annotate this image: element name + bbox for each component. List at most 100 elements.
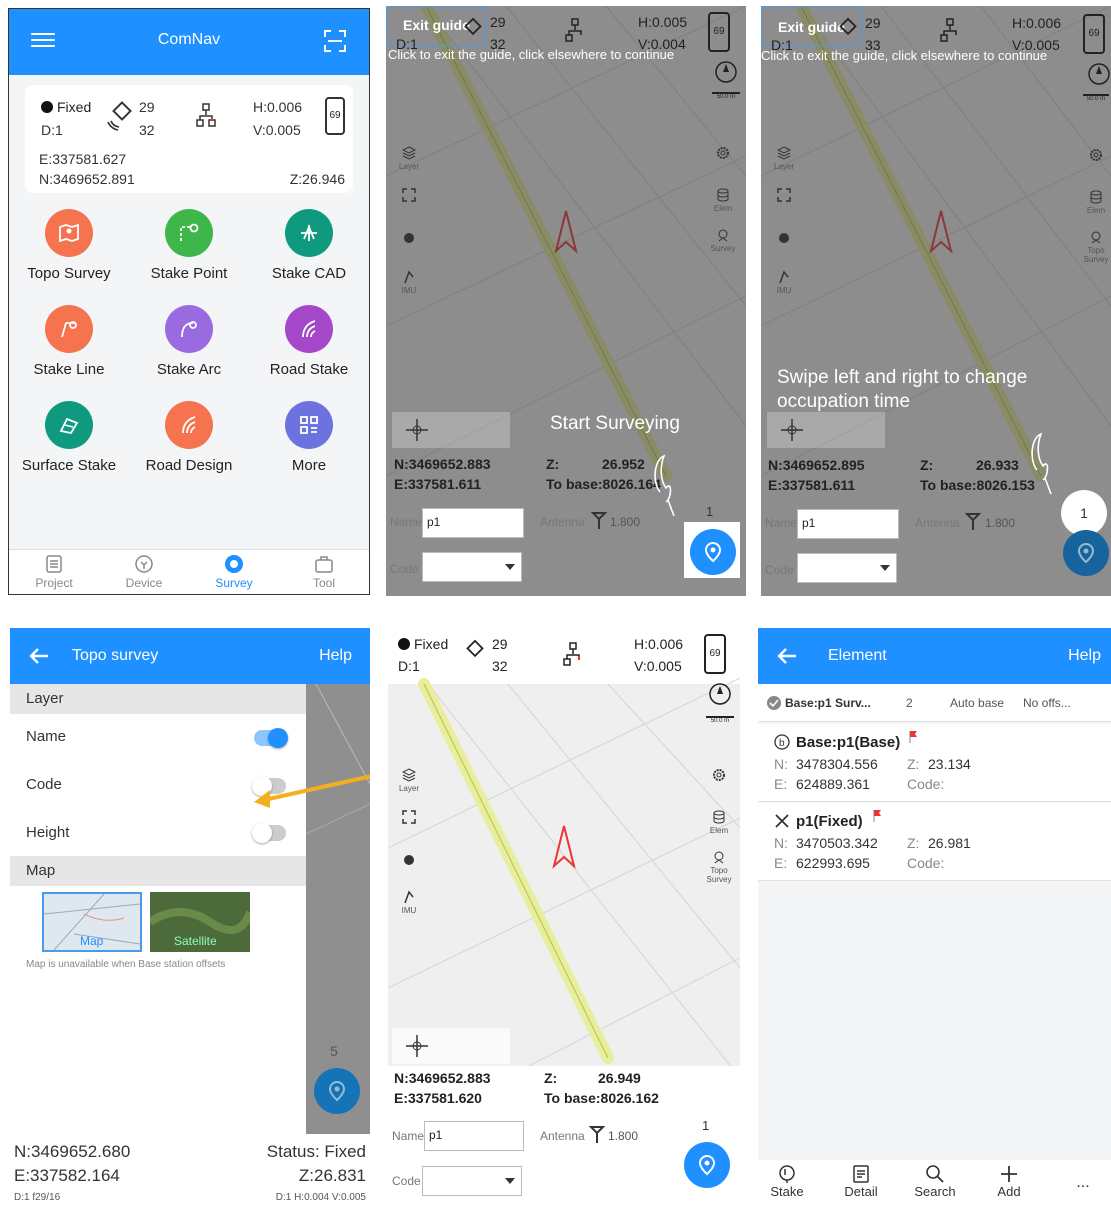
guide-note: Click to exit the guide, click elsewhere… — [761, 48, 1048, 63]
elevation: 26.981 — [928, 835, 971, 851]
nav-survey[interactable]: Survey — [189, 554, 279, 590]
check-circle-icon — [767, 696, 781, 710]
road-stake-icon — [285, 305, 333, 353]
compass-icon[interactable] — [714, 60, 738, 84]
topo-survey-button[interactable]: Topo Survey — [704, 844, 734, 884]
more-app[interactable]: More — [249, 401, 369, 474]
code-label: Code: — [907, 776, 945, 792]
satellite-icon — [105, 97, 139, 131]
back-arrow-icon[interactable] — [776, 645, 798, 667]
fullscreen-button[interactable] — [394, 182, 424, 222]
topo-survey-app[interactable]: Topo Survey — [9, 209, 129, 282]
help-link[interactable]: Help — [1068, 647, 1101, 665]
section-map: Map — [10, 856, 306, 886]
locate-button[interactable] — [394, 224, 424, 264]
add-button[interactable]: Add — [974, 1164, 1044, 1199]
name-label: Name — [390, 515, 423, 529]
point-name-input[interactable]: p1 — [424, 1121, 524, 1151]
back-arrow-icon[interactable] — [28, 645, 50, 667]
battery-icon: 69 — [1083, 14, 1105, 54]
more-button[interactable]: ... — [1048, 1174, 1111, 1192]
compass-icon[interactable] — [708, 682, 732, 706]
road-stake-app[interactable]: Road Stake — [249, 305, 369, 378]
easting: E:337581.611 — [768, 477, 856, 493]
element-item[interactable]: b Base:p1(Base) N: 3478304.556 E: 624889… — [758, 724, 1111, 802]
network-icon — [939, 18, 961, 44]
stake-button[interactable]: Stake — [758, 1164, 822, 1199]
scan-icon[interactable] — [323, 29, 347, 53]
distance-to-base: To base:8026.162 — [544, 1090, 659, 1106]
point-name-input[interactable]: p1 — [797, 509, 899, 539]
settings-button[interactable] — [708, 140, 738, 180]
nav-device[interactable]: Device — [99, 554, 189, 590]
code-select[interactable] — [422, 1166, 522, 1196]
crosshair-button[interactable] — [392, 1028, 510, 1064]
code-select[interactable] — [797, 553, 897, 583]
database-icon — [712, 810, 726, 824]
survey-point-button[interactable] — [684, 1142, 730, 1188]
app-label: More — [291, 457, 327, 474]
stake-arc-app[interactable]: Stake Arc — [129, 305, 249, 378]
fix-status: Fixed — [398, 636, 448, 652]
elevation: 23.134 — [928, 756, 971, 772]
imu-button[interactable]: IMU — [769, 264, 799, 304]
easting: 622993.695 — [796, 855, 870, 871]
detail-button[interactable]: Detail — [826, 1164, 896, 1199]
locate-button[interactable] — [394, 846, 424, 886]
stake-line-app[interactable]: Stake Line — [9, 305, 129, 378]
bottom-nav: Project Device Survey Tool — [9, 549, 369, 594]
side-label: IMU — [401, 906, 417, 915]
code-select[interactable] — [422, 552, 522, 582]
height-toggle[interactable] — [252, 823, 286, 843]
imu-button[interactable]: IMU — [394, 884, 424, 924]
surface-stake-app[interactable]: Surface Stake — [9, 401, 129, 474]
help-link[interactable]: Help — [319, 647, 352, 665]
stake-point-app[interactable]: Stake Point — [129, 209, 249, 282]
fullscreen-button[interactable] — [394, 804, 424, 844]
survey-point-button[interactable] — [1063, 530, 1109, 576]
layer-button[interactable]: Layer — [394, 140, 424, 180]
survey-point-button[interactable] — [314, 1068, 360, 1114]
antenna-icon[interactable] — [589, 1125, 605, 1143]
imu-button[interactable]: IMU — [394, 264, 424, 304]
topo-survey-button[interactable]: Survey — [708, 222, 738, 262]
layer-button[interactable]: Layer — [769, 140, 799, 180]
element-button[interactable]: Elem — [708, 182, 738, 222]
gnss-status-card[interactable]: Fixed D:1 29 32 H:0.006 V:0.005 69 E:337… — [25, 85, 353, 193]
side-label: Elem — [1086, 206, 1106, 215]
fullscreen-button[interactable] — [769, 182, 799, 222]
diff-age: D:1 — [398, 658, 420, 674]
locate-button[interactable] — [769, 224, 799, 264]
search-button[interactable]: Search — [900, 1164, 970, 1199]
element-button[interactable]: Elem — [704, 804, 734, 844]
element-button[interactable]: Elem — [1081, 184, 1111, 224]
road-design-app[interactable]: Road Design — [129, 401, 249, 474]
easting: E:337581.620 — [394, 1090, 482, 1106]
topo-survey-button[interactable]: Topo Survey — [1081, 224, 1111, 264]
map-type-map[interactable]: Map — [42, 892, 142, 952]
nav-label: Survey — [215, 576, 253, 590]
filter-bar[interactable]: Base:p1 Surv... 2 Auto base No offs... — [758, 684, 1111, 722]
crosshair-button[interactable] — [767, 412, 885, 448]
compass-icon[interactable] — [1087, 62, 1111, 86]
fullscreen-icon — [402, 810, 416, 824]
element-item[interactable]: p1(Fixed) N: 3470503.342 E: 622993.695 Z… — [758, 803, 1111, 881]
detail-icon — [853, 1165, 869, 1183]
antenna-icon[interactable] — [591, 511, 607, 529]
layer-button[interactable]: Layer — [394, 762, 424, 802]
name-toggle[interactable] — [254, 728, 288, 748]
nav-tool[interactable]: Tool — [279, 554, 369, 590]
search-icon — [926, 1165, 944, 1183]
footer-right: D:1 H:0.004 V:0.005 — [275, 1192, 366, 1203]
settings-button[interactable] — [704, 762, 734, 802]
nav-project[interactable]: Project — [9, 554, 99, 590]
easting: E:337581.611 — [394, 476, 482, 492]
point-name-input[interactable]: p1 — [422, 508, 524, 538]
antenna-icon[interactable] — [965, 512, 981, 530]
crosshair-button[interactable] — [392, 412, 510, 448]
stake-cad-app[interactable]: Stake CAD — [249, 209, 369, 282]
nav-label: Tool — [312, 576, 335, 590]
settings-button[interactable] — [1081, 142, 1111, 182]
survey-point-button[interactable] — [690, 529, 736, 575]
map-type-satellite[interactable]: Satellite — [150, 892, 250, 952]
